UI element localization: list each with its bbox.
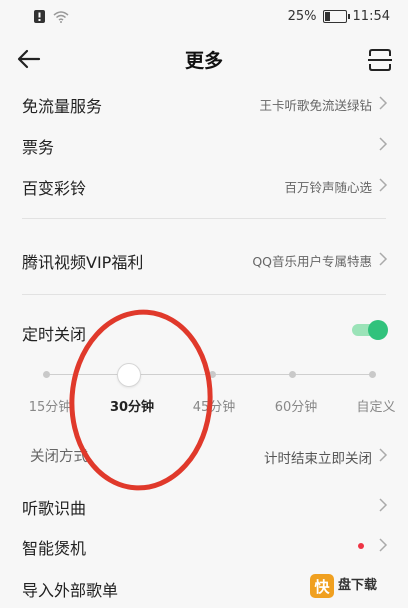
slider-thumb[interactable] xyxy=(117,363,141,387)
status-time: 11:54 xyxy=(352,9,390,24)
chevron-right-icon xyxy=(379,96,388,110)
close-mode-value: 计时结束立即关闭 xyxy=(264,451,372,467)
close-mode-label: 关闭方式 xyxy=(30,449,88,465)
chevron-right-icon xyxy=(379,498,388,512)
timer-option[interactable]: 45分钟 xyxy=(193,396,236,415)
row-close-mode[interactable]: 关闭方式 计时结束立即关闭 xyxy=(0,436,408,476)
row-label: 智能煲机 xyxy=(22,539,87,558)
svg-text:盘下载: 盘下载 xyxy=(338,577,377,593)
slider-stop[interactable] xyxy=(43,371,50,378)
timer-option-selected[interactable]: 30分钟 xyxy=(110,396,154,415)
row-tickets[interactable]: 票务 xyxy=(0,125,408,165)
chevron-right-icon xyxy=(379,252,388,266)
alert-icon xyxy=(34,10,45,23)
row-label: 百变彩铃 xyxy=(22,179,87,198)
timer-label: 定时关闭 xyxy=(22,325,87,344)
row-free-data[interactable]: 免流量服务 王卡听歌免流送绿钻 xyxy=(0,84,408,124)
battery-percent: 25% xyxy=(287,9,317,24)
row-timer: 定时关闭 xyxy=(0,312,408,352)
divider xyxy=(22,294,386,295)
row-label: 腾讯视频VIP福利 xyxy=(22,253,144,272)
battery-icon xyxy=(322,10,350,23)
row-ringtone[interactable]: 百变彩铃 百万铃声随心选 xyxy=(0,166,408,206)
row-video-vip[interactable]: 腾讯视频VIP福利 QQ音乐用户专属特惠 xyxy=(0,240,408,280)
timer-option[interactable]: 15分钟 xyxy=(29,396,72,415)
row-label: 导入外部歌单 xyxy=(22,581,119,600)
chevron-right-icon xyxy=(379,448,388,462)
scan-icon[interactable] xyxy=(366,46,394,74)
wifi-icon xyxy=(53,10,69,23)
chevron-right-icon xyxy=(379,538,388,552)
timer-option[interactable]: 60分钟 xyxy=(275,396,318,415)
row-label: 票务 xyxy=(22,138,55,157)
notification-dot xyxy=(358,543,364,549)
row-smart-burn-in[interactable]: 智能煲机 xyxy=(0,526,408,566)
timer-option[interactable]: 自定义 xyxy=(356,396,395,415)
chevron-right-icon xyxy=(379,137,388,151)
row-label: 听歌识曲 xyxy=(22,499,87,518)
header-bar: 更多 xyxy=(0,34,408,84)
row-value: 王卡听歌免流送绿钻 xyxy=(259,98,372,113)
status-right: 25% 11:54 xyxy=(288,9,390,24)
row-song-recognition[interactable]: 听歌识曲 xyxy=(0,486,408,526)
chevron-right-icon xyxy=(379,178,388,192)
timer-slider[interactable] xyxy=(0,362,408,392)
battery-level xyxy=(324,12,330,21)
slider-stop[interactable] xyxy=(369,371,376,378)
toggle-knob xyxy=(368,320,388,340)
divider xyxy=(22,218,386,219)
row-label: 免流量服务 xyxy=(22,97,103,116)
status-bar: 25% 11:54 xyxy=(0,0,408,34)
slider-stop[interactable] xyxy=(289,371,296,378)
timer-toggle[interactable] xyxy=(352,320,388,340)
svg-text:快: 快 xyxy=(314,578,330,596)
row-value: QQ音乐用户专属特惠 xyxy=(252,254,372,269)
row-value: 百万铃声随心选 xyxy=(284,180,372,195)
page-title: 更多 xyxy=(184,50,223,72)
slider-stop[interactable] xyxy=(209,371,216,378)
watermark-logo: 快 盘下载 xyxy=(310,574,377,598)
status-left xyxy=(34,10,69,23)
